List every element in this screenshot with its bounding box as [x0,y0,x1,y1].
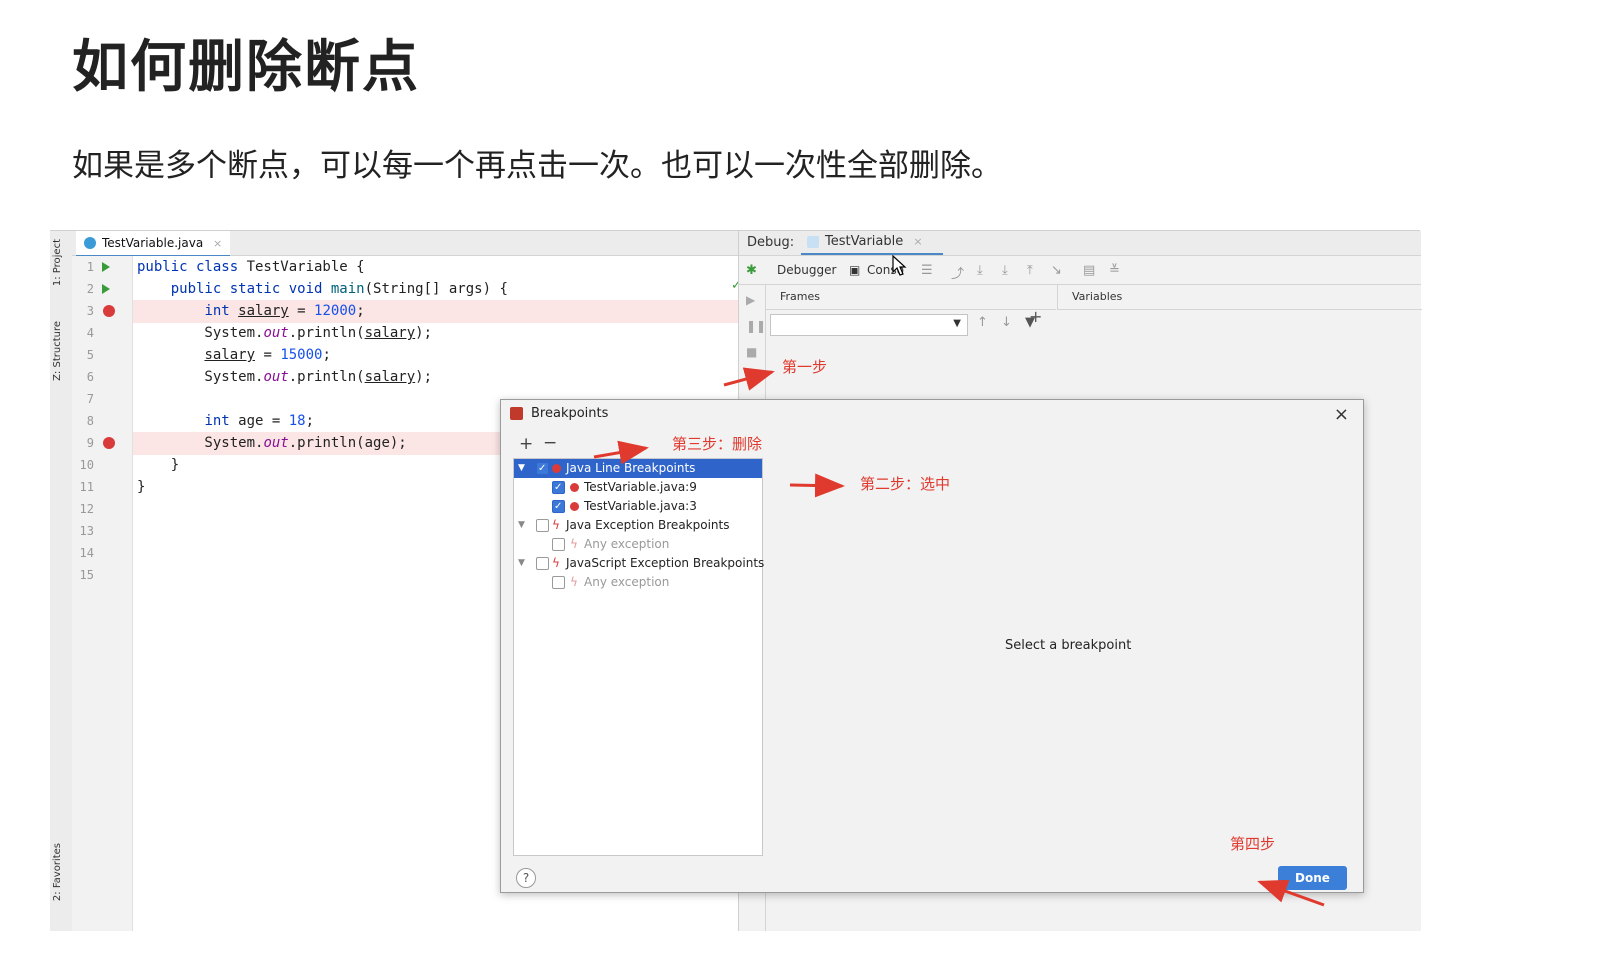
arrow-step3 [593,440,649,465]
annotation-arrows [593,367,1325,907]
arrow-step2 [789,473,845,498]
arrow-step1 [723,367,775,391]
arrow-step4 [1257,879,1325,907]
